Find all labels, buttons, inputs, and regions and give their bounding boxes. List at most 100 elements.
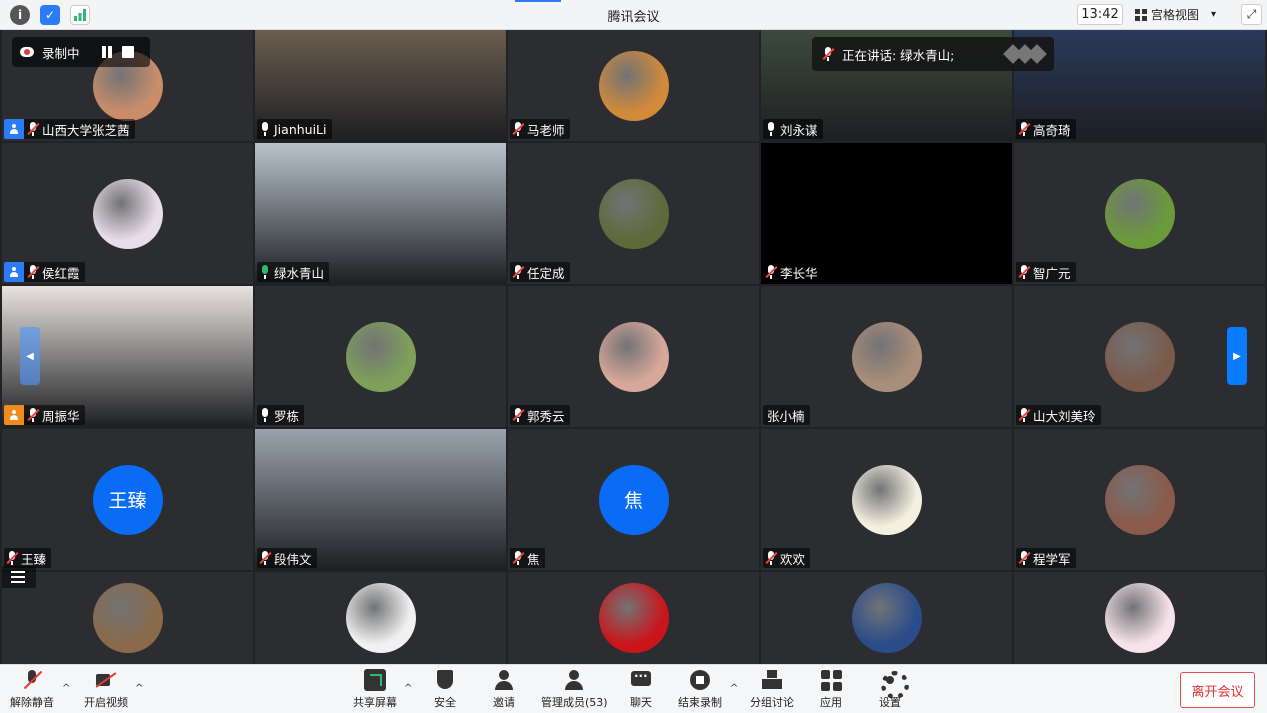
recording-indicator: 录制中 [12, 37, 150, 67]
participant-tile[interactable] [2, 572, 253, 664]
view-mode-dropdown[interactable]: 宫格视图 ▾ [1135, 4, 1231, 25]
participant-list-toggle-icon[interactable] [2, 566, 36, 588]
participant-name: JianhuiLi [274, 121, 327, 137]
participant-grid: 山西大学张芝茜 JianhuiLi 马老师 刘永谋 高奇琦 侯红霞 绿水青山 任定成 李长华 智广… [0, 30, 1267, 664]
leave-meeting-button[interactable]: 离开会议 [1180, 672, 1255, 708]
manage-members-button[interactable]: 管理成员(53) [541, 669, 608, 710]
participant-tile[interactable]: 郭秀云 [508, 286, 759, 427]
camera-off-icon [95, 669, 117, 691]
fullscreen-icon[interactable]: ⤢ [1241, 4, 1262, 25]
participant-tile[interactable]: 任定成 [508, 143, 759, 284]
participant-nameplate: JianhuiLi [257, 119, 332, 139]
active-speaker-banner: 正在讲话: 绿水青山; [812, 37, 1054, 71]
participant-tile[interactable]: 王臻 王臻 [2, 429, 253, 570]
meeting-clock: 13:42 [1077, 4, 1123, 25]
participant-name: 李长华 [780, 265, 818, 281]
breakout-label: 分组讨论 [750, 696, 794, 709]
share-screen-label: 共享屏幕 [353, 696, 397, 709]
participant-nameplate: 郭秀云 [510, 405, 570, 425]
participant-name: 郭秀云 [527, 408, 565, 424]
participant-nameplate: 罗栋 [257, 405, 305, 425]
mic-muted-icon [765, 265, 778, 279]
participant-avatar [1104, 321, 1175, 392]
participant-tile[interactable]: 焦焦 [508, 429, 759, 570]
participant-tile[interactable] [255, 572, 506, 664]
participant-nameplate: 刘永谋 [763, 119, 823, 139]
participant-avatar [1104, 464, 1175, 535]
apps-label: 应用 [820, 696, 842, 709]
unmute-button[interactable]: 解除静音 [10, 669, 54, 710]
participant-tile[interactable]: 欢欢 [761, 429, 1012, 570]
participant-avatar [345, 321, 416, 392]
chat-button[interactable]: 聊天 [630, 669, 652, 710]
participant-name: 智广元 [1033, 265, 1071, 281]
start-video-label: 开启视频 [84, 696, 128, 709]
mic-muted-icon [6, 551, 19, 565]
participant-tile[interactable] [1014, 572, 1265, 664]
speaker-mic-icon [822, 47, 835, 61]
start-video-button[interactable]: 开启视频 [84, 669, 128, 710]
participant-nameplate: 任定成 [510, 262, 570, 282]
participant-avatar [1104, 583, 1175, 653]
stop-recording-icon[interactable] [121, 46, 134, 58]
members-icon [563, 669, 585, 691]
participant-tile[interactable]: 马老师 [508, 30, 759, 141]
recording-options-caret[interactable]: ^ [730, 683, 738, 694]
participant-name: 高奇琦 [1033, 122, 1071, 138]
participant-name: 马老师 [527, 122, 565, 138]
participant-tile[interactable]: 智广元 [1014, 143, 1265, 284]
participant-tile[interactable] [761, 572, 1012, 664]
participant-nameplate: 山大刘美玲 [1016, 405, 1101, 425]
video-options-caret[interactable]: ^ [135, 683, 143, 694]
participant-avatar [598, 178, 669, 249]
participant-tile[interactable]: 段伟文 [255, 429, 506, 570]
share-options-caret[interactable]: ^ [404, 683, 412, 694]
participant-tile[interactable]: 绿水青山 [255, 143, 506, 284]
host-user-icon [4, 405, 24, 425]
invite-person-icon [493, 669, 515, 691]
participant-tile[interactable]: 李长华 [761, 143, 1012, 284]
security-button[interactable]: 安全 [434, 669, 456, 710]
host-user-icon [4, 262, 24, 282]
apps-button[interactable]: 应用 [820, 669, 842, 710]
stop-record-icon [689, 669, 711, 691]
end-recording-button[interactable]: 结束录制 [678, 669, 722, 710]
mic-muted-icon [765, 551, 778, 565]
shield-icon [434, 669, 456, 691]
mic-muted-icon [1018, 122, 1031, 136]
mic-muted-icon [1018, 551, 1031, 565]
participant-tile[interactable]: 侯红霞 [2, 143, 253, 284]
participant-avatar [1104, 178, 1175, 249]
settings-button[interactable]: 设置 [879, 669, 909, 710]
mic-muted-icon [27, 265, 40, 279]
apps-grid-icon [820, 669, 842, 691]
meeting-window: i ✓ 腾讯会议 13:42 宫格视图 ▾ ⤢ 山西大学张芝茜 JianhuiLi… [0, 0, 1267, 713]
security-label: 安全 [434, 696, 456, 709]
audio-options-caret[interactable]: ^ [62, 683, 70, 694]
title-bar: i ✓ 腾讯会议 13:42 宫格视图 ▾ ⤢ [0, 0, 1267, 30]
breakout-rooms-button[interactable]: 分组讨论 [750, 669, 794, 710]
invite-button[interactable]: 邀请 [493, 669, 515, 710]
mic-muted-icon [512, 265, 525, 279]
chat-label: 聊天 [630, 696, 652, 709]
participant-name: 程学军 [1033, 551, 1071, 567]
participant-name: 任定成 [527, 265, 565, 281]
participant-name: 王臻 [21, 551, 47, 567]
next-page-arrow[interactable]: ▶ [1227, 327, 1247, 385]
previous-page-arrow[interactable]: ◀ [20, 327, 40, 385]
view-mode-label: 宫格视图 [1151, 8, 1200, 22]
gear-icon [879, 669, 909, 699]
participant-tile[interactable]: JianhuiLi [255, 30, 506, 141]
share-screen-button[interactable]: 共享屏幕 [353, 669, 397, 710]
participant-nameplate: 程学军 [1016, 548, 1076, 568]
recording-label: 录制中 [42, 45, 80, 61]
participant-nameplate: 侯红霞 [4, 262, 85, 282]
participant-tile[interactable] [508, 572, 759, 664]
participant-avatar [598, 50, 669, 121]
pause-recording-icon[interactable] [100, 45, 114, 59]
participant-tile[interactable]: 张小楠 [761, 286, 1012, 427]
participant-tile[interactable]: 程学军 [1014, 429, 1265, 570]
participant-tile[interactable]: 罗栋 [255, 286, 506, 427]
participant-nameplate: 欢欢 [763, 548, 811, 568]
participant-nameplate: 绿水青山 [257, 262, 330, 282]
